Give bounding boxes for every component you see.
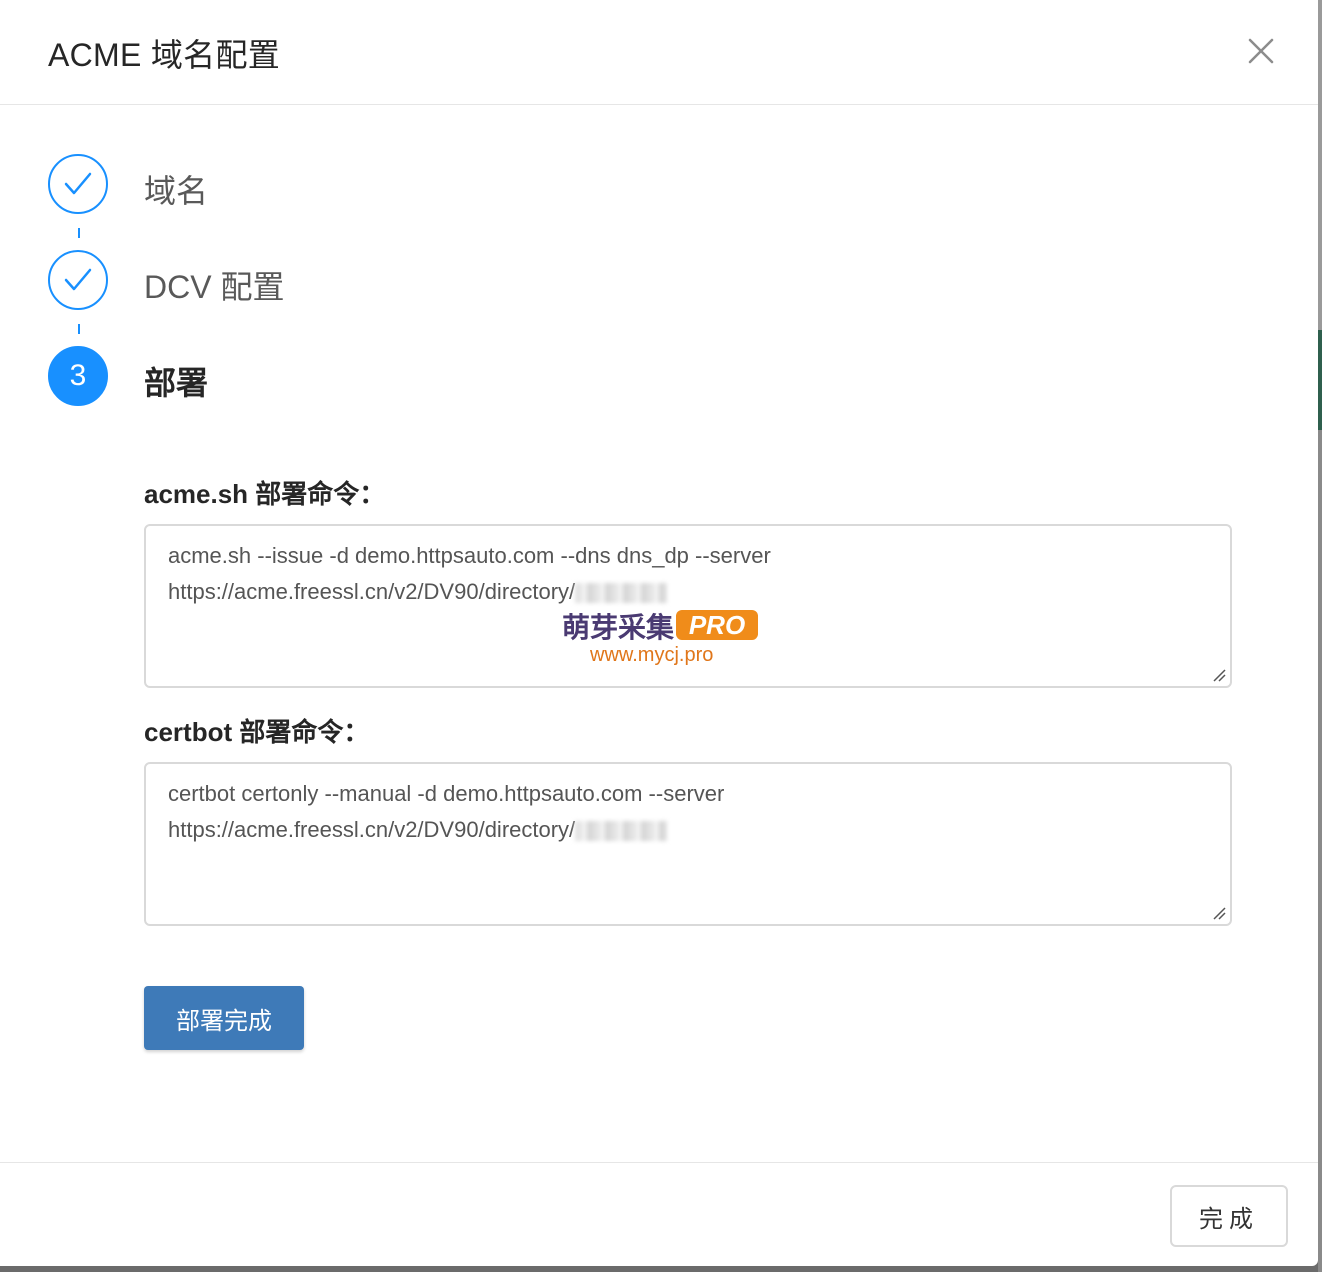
watermark-text: 萌芽采集 — [562, 612, 675, 643]
certbot-command-line: certbot certonly --manual -d demo.httpsa… — [168, 781, 725, 806]
watermark-badge: PRO — [676, 610, 758, 640]
deploy-done-button[interactable]: 部署完成 — [144, 986, 304, 1050]
step-number: 3 — [48, 346, 108, 406]
dialog-header: ACME 域名配置 — [0, 0, 1318, 105]
redacted-token — [575, 821, 668, 842]
dialog-footer: 完成 — [0, 1162, 1318, 1267]
acme-command-line: acme.sh --issue -d demo.httpsauto.com --… — [168, 543, 771, 568]
redacted-token — [575, 583, 668, 604]
step-label: 域名 — [144, 173, 209, 209]
certbot-command-textarea[interactable]: certbot certonly --manual -d demo.httpsa… — [144, 762, 1232, 926]
acme-deploy-label: acme.sh 部署命令： — [144, 479, 386, 509]
check-icon — [48, 154, 108, 214]
dialog-title: ACME 域名配置 — [48, 37, 281, 73]
step-label: 部署 — [144, 365, 209, 401]
check-icon — [48, 250, 108, 310]
watermark-logo: 萌芽采集 PRO www.mycj.pro — [562, 606, 762, 670]
certbot-server-url: https://acme.freessl.cn/v2/DV90/director… — [168, 817, 576, 842]
resize-handle-icon[interactable] — [1212, 668, 1226, 682]
close-icon[interactable] — [1244, 34, 1278, 68]
resize-handle-icon[interactable] — [1212, 906, 1226, 920]
done-button[interactable]: 完成 — [1170, 1185, 1288, 1247]
step-connector — [78, 324, 80, 334]
watermark-url: www.mycj.pro — [590, 644, 714, 666]
acme-server-url: https://acme.freessl.cn/v2/DV90/director… — [168, 579, 576, 604]
certbot-command-line: https://acme.freessl.cn/v2/DV90/director… — [168, 812, 1208, 848]
step-connector — [78, 228, 80, 238]
acme-command-line: https://acme.freessl.cn/v2/DV90/director… — [168, 574, 1208, 610]
step-label: DCV 配置 — [144, 269, 285, 305]
certbot-deploy-label: certbot 部署命令： — [144, 717, 370, 747]
acme-domain-config-dialog: ACME 域名配置 域名 DCV 配置 3 部署 acme.sh 部署命令： a… — [0, 0, 1318, 1266]
background-edge — [1318, 0, 1322, 1272]
